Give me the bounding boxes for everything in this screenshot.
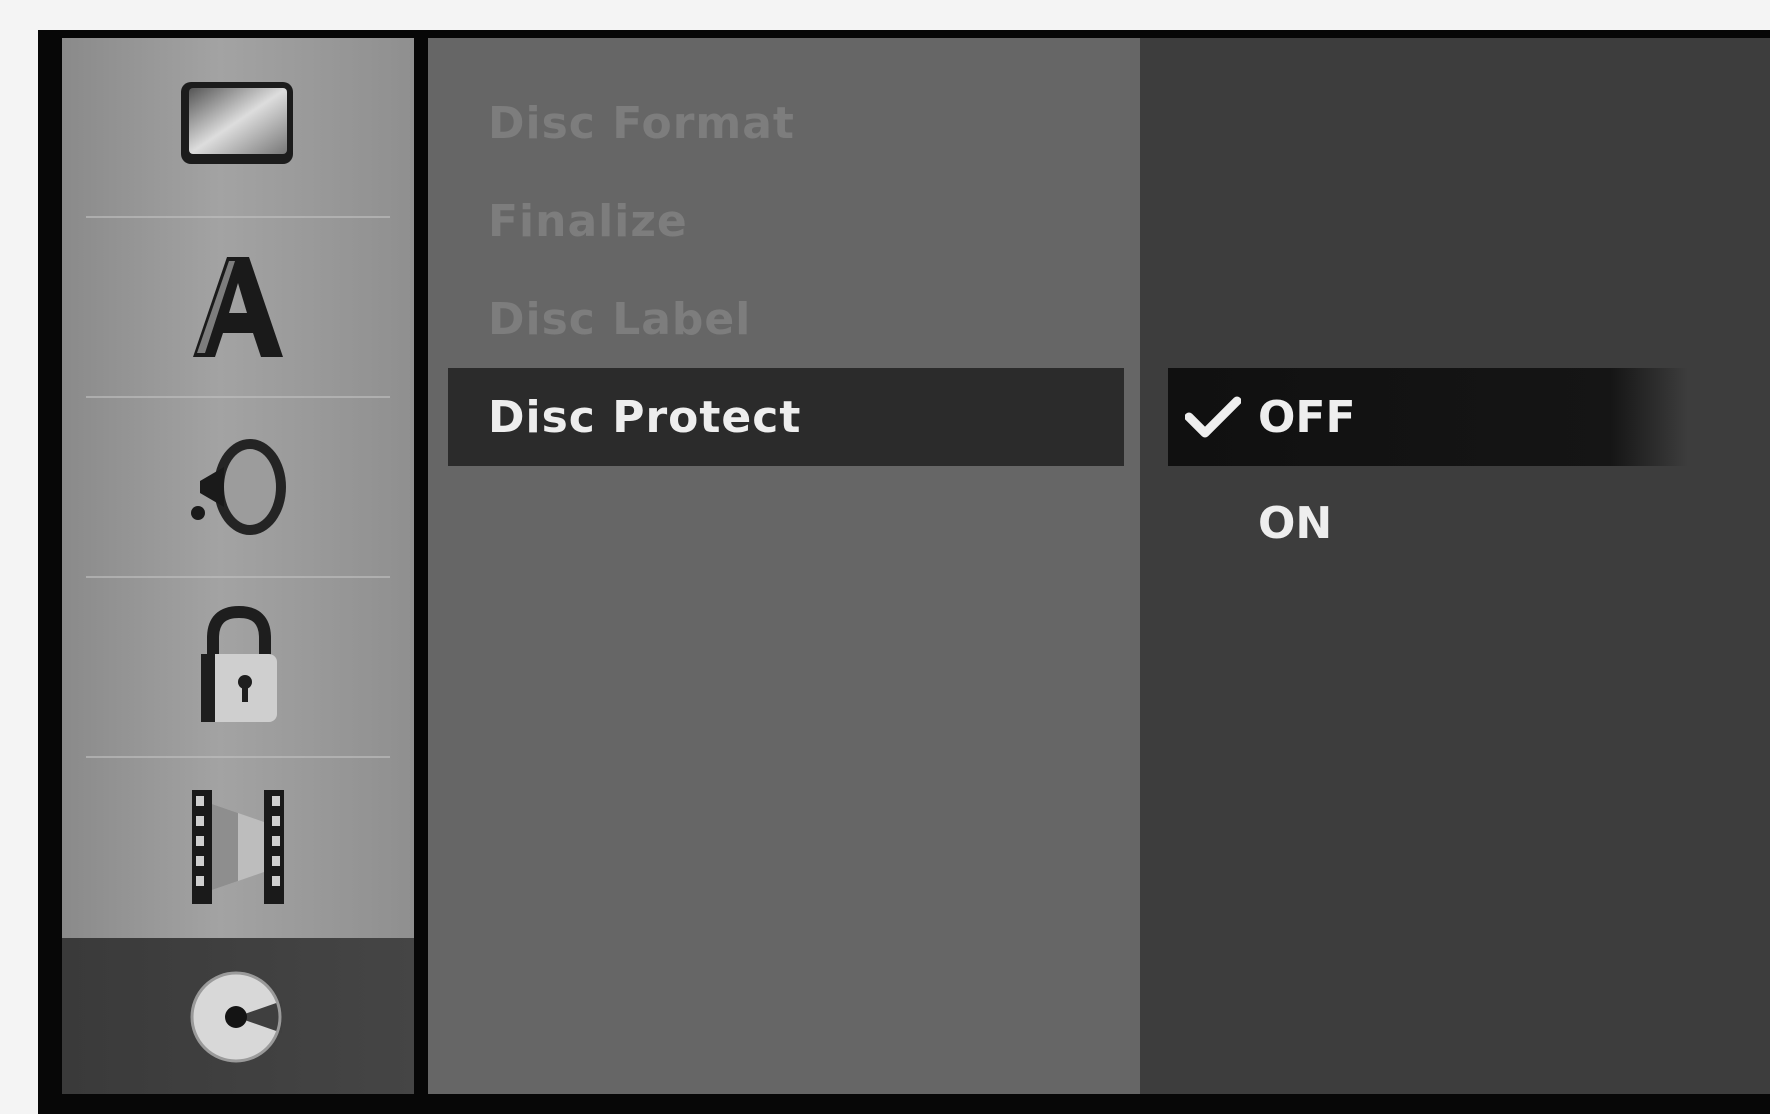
lock-icon (201, 605, 277, 722)
menu-item-label: Finalize (488, 195, 688, 247)
tv-screen-icon (181, 82, 293, 164)
disc-menu-column: Disc Format Finalize Disc Label Disc Pro… (428, 38, 1140, 1094)
sidebar-item-recording[interactable] (62, 756, 414, 936)
menu-item-disc-protect[interactable]: Disc Protect (448, 368, 1124, 466)
setup-menu-screen: Disc Format Finalize Disc Label Disc Pro… (38, 30, 1770, 1114)
menu-item-label: Disc Label (488, 293, 752, 345)
options-column: OFF ON (1140, 38, 1770, 1094)
sidebar-item-audio[interactable] (62, 396, 414, 576)
option-label: OFF (1258, 391, 1356, 443)
checkmark-icon (1168, 395, 1258, 439)
option-on[interactable]: ON (1168, 474, 1688, 572)
option-off[interactable]: OFF (1168, 368, 1688, 466)
film-icon (192, 790, 284, 904)
sidebar-item-lock[interactable] (62, 576, 414, 756)
menu-item-disc-format[interactable]: Disc Format (448, 74, 1124, 172)
sidebar-item-disc[interactable] (62, 938, 414, 1094)
option-label: ON (1258, 497, 1333, 549)
menu-item-label: Disc Format (488, 97, 795, 149)
menu-item-disc-label[interactable]: Disc Label (448, 270, 1124, 368)
category-sidebar (62, 38, 414, 1094)
menu-item-finalize[interactable]: Finalize (448, 172, 1124, 270)
speaker-icon (191, 439, 286, 535)
disc-icon (190, 971, 282, 1063)
sidebar-item-language[interactable] (62, 216, 414, 396)
sidebar-item-display[interactable] (62, 38, 414, 216)
menu-item-label: Disc Protect (488, 391, 802, 443)
language-icon (193, 257, 283, 357)
